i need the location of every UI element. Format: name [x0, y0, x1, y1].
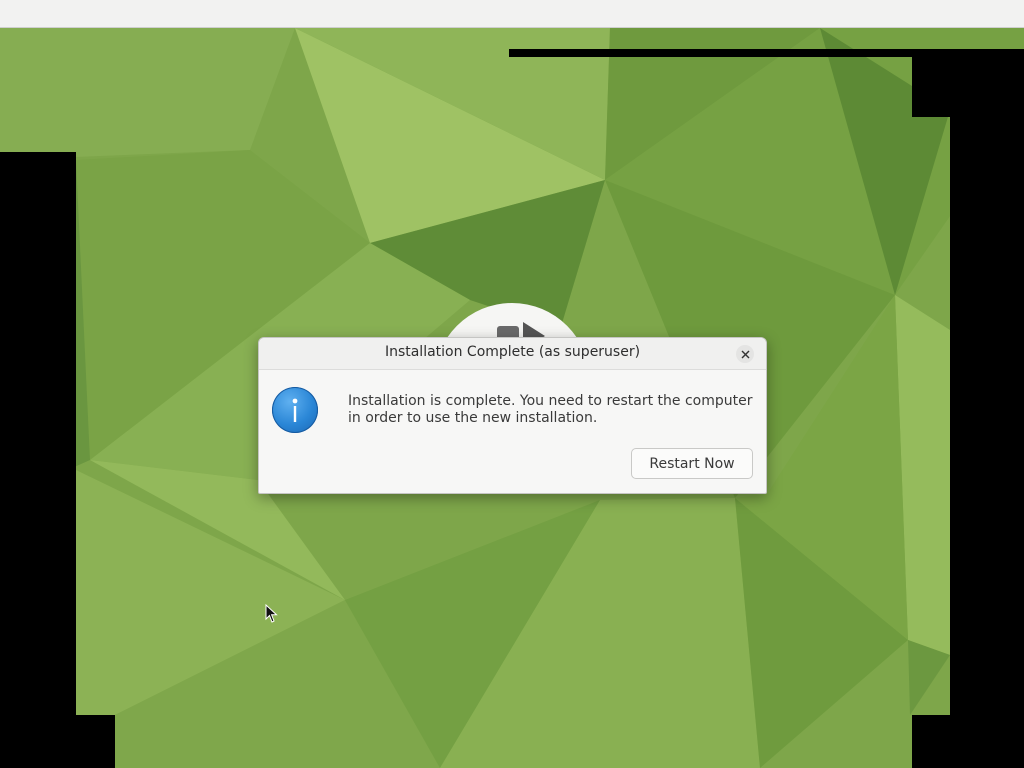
dialog-message: Installation is complete. You need to re…	[348, 393, 753, 426]
black-region-bottom-left	[76, 715, 115, 768]
mouse-pointer-icon	[265, 604, 278, 623]
screen: Installation Complete (as superuser) Ins…	[0, 0, 1024, 768]
info-icon	[272, 387, 318, 433]
black-region-right-top	[912, 49, 1024, 117]
dialog-header: Installation Complete (as superuser)	[259, 338, 766, 370]
dialog-title: Installation Complete (as superuser)	[384, 344, 641, 360]
restart-now-button[interactable]: Restart Now	[631, 448, 753, 479]
close-icon	[741, 350, 749, 358]
black-region-bottom-right	[912, 715, 950, 768]
installation-complete-dialog: Installation Complete (as superuser) Ins…	[258, 337, 767, 494]
black-region-right	[950, 117, 1024, 768]
black-strip-top	[509, 49, 912, 57]
black-region-left	[0, 152, 76, 768]
top-bar	[0, 0, 1024, 28]
close-button[interactable]	[736, 345, 754, 363]
